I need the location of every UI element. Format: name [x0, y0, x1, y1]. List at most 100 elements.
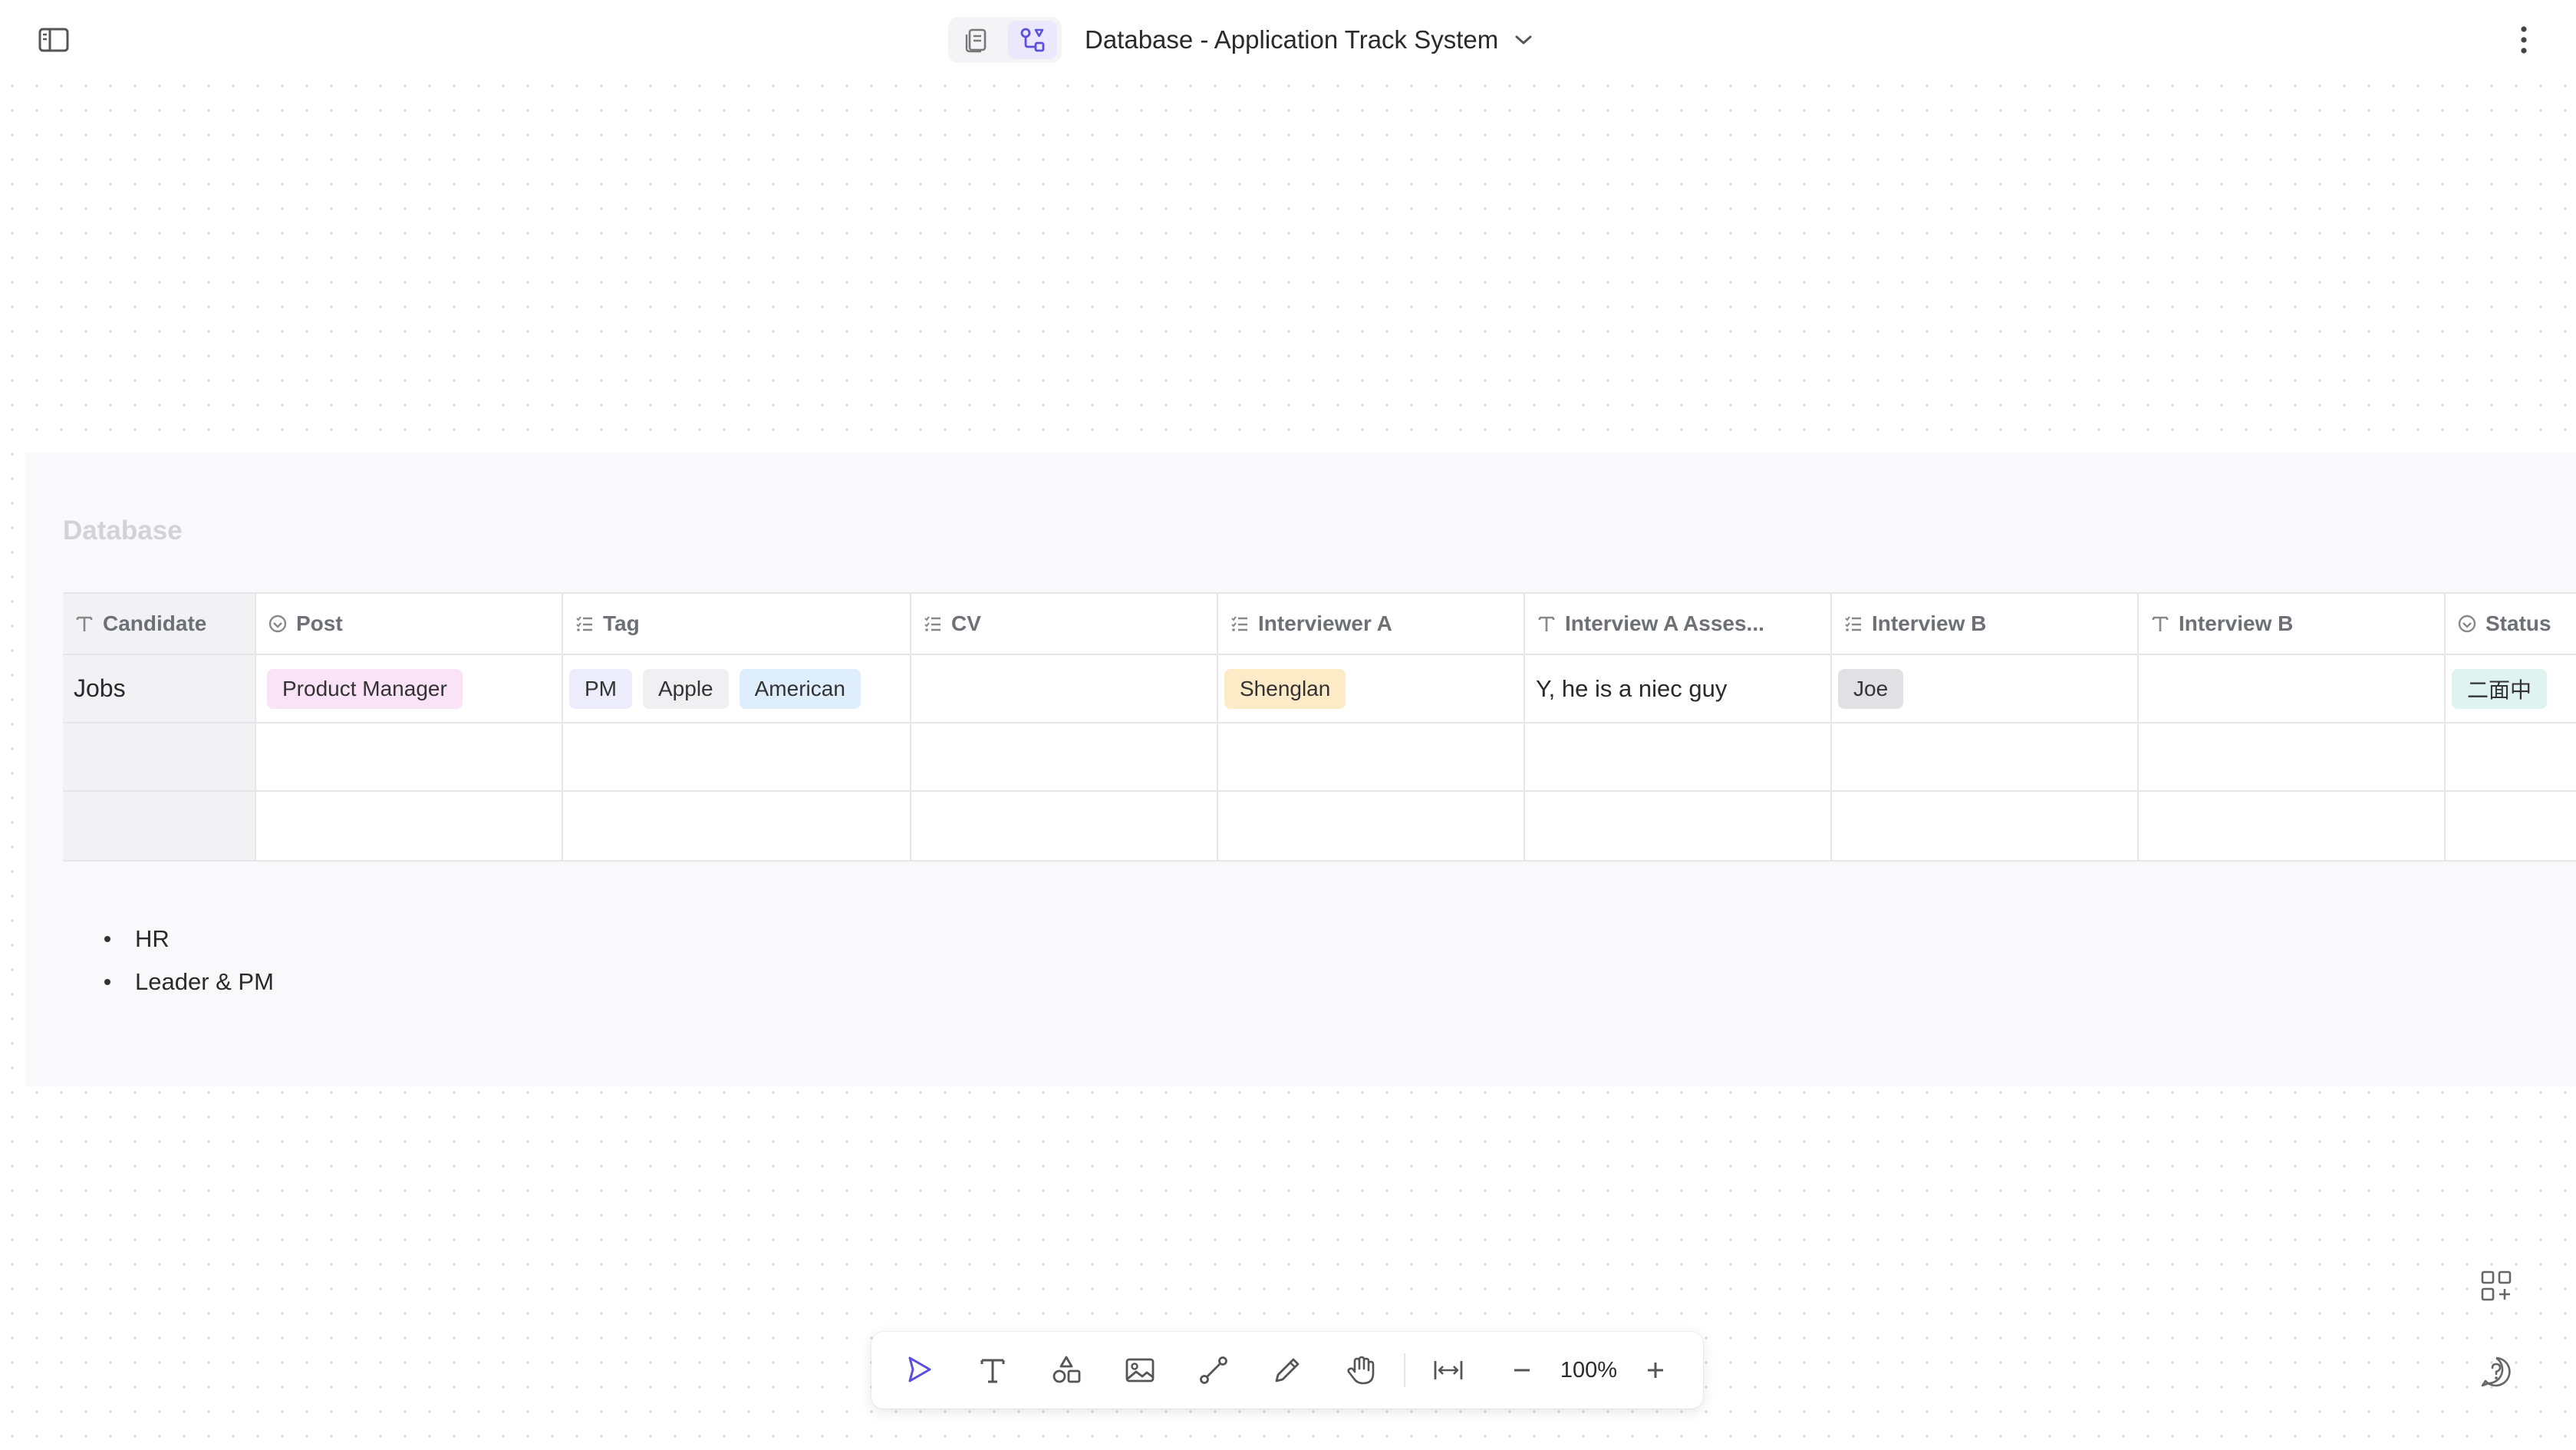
cell-cv[interactable] — [911, 655, 1218, 722]
zoom-level[interactable]: 100% — [1559, 1358, 1619, 1383]
cell-interviewer-a[interactable] — [1218, 792, 1525, 860]
database-table: Candidate Post Tag CV Interviewer A Inte… — [63, 592, 2576, 862]
column-header-candidate[interactable]: Candidate — [63, 594, 256, 654]
database-title[interactable]: Database — [63, 516, 183, 546]
help-icon[interactable] — [2476, 1352, 2516, 1392]
add-widget-grid-icon[interactable] — [2476, 1266, 2516, 1306]
minus-icon — [1514, 1369, 1530, 1372]
table-row — [63, 792, 2576, 860]
text-icon — [2149, 613, 2171, 634]
chevron-down-icon[interactable] — [1514, 33, 1533, 47]
cell-candidate[interactable]: Jobs — [63, 655, 256, 722]
column-header-label: Status — [2485, 611, 2551, 635]
bullet-list: HR Leader & PM — [77, 918, 274, 1003]
toolbar-divider — [1404, 1353, 1405, 1387]
column-header-label: Interviewer A — [1258, 611, 1392, 635]
pointer-tool-button[interactable] — [882, 1340, 956, 1401]
column-header-interview-b-text[interactable]: Interview B — [2139, 594, 2446, 654]
cell-status[interactable] — [2446, 792, 2576, 860]
column-header-label: Interview B — [2179, 611, 2294, 635]
cell-status[interactable]: 二面中 — [2446, 655, 2576, 722]
column-header-interview-a-assessment[interactable]: Interview A Asses... — [1525, 594, 1832, 654]
edgeless-mode-button[interactable] — [1008, 21, 1057, 59]
cell-interview-a-assessment[interactable] — [1525, 792, 1832, 860]
cell-interview-b[interactable]: Joe — [1832, 655, 2139, 722]
cell-post[interactable] — [256, 723, 563, 790]
multi-select-icon — [574, 613, 595, 634]
shapes-tool-button[interactable] — [1029, 1340, 1103, 1401]
cell-candidate[interactable] — [63, 723, 256, 790]
hand-tool-button[interactable] — [1324, 1340, 1398, 1401]
image-tool-button[interactable] — [1103, 1340, 1177, 1401]
tag-chip: Apple — [643, 668, 729, 709]
page-mode-icon — [965, 28, 987, 53]
select-icon — [267, 613, 288, 634]
column-header-tag[interactable]: Tag — [563, 594, 911, 654]
plus-icon — [1648, 1363, 1663, 1378]
more-options-icon[interactable] — [2508, 21, 2539, 58]
zoom-out-button[interactable] — [1485, 1340, 1559, 1401]
cell-interview-b-text[interactable] — [2139, 655, 2446, 722]
column-header-label: Post — [296, 611, 343, 635]
table-row — [63, 723, 2576, 792]
column-header-cv[interactable]: CV — [911, 594, 1218, 654]
cell-status[interactable] — [2446, 723, 2576, 790]
cell-interview-b[interactable] — [1832, 792, 2139, 860]
cell-interview-b[interactable] — [1832, 723, 2139, 790]
top-bar: Database - Application Track System — [0, 0, 2576, 80]
multi-select-icon — [1229, 613, 1250, 634]
cell-tag[interactable]: PM Apple American — [563, 655, 911, 722]
bullet-dot — [104, 936, 110, 942]
edgeless-toolbar: 100% — [871, 1332, 1703, 1409]
column-header-post[interactable]: Post — [256, 594, 563, 654]
cell-tag[interactable] — [563, 792, 911, 860]
column-header-label: Interview A Asses... — [1565, 611, 1764, 635]
column-header-label: CV — [951, 611, 981, 635]
interviewer-tag: Joe — [1838, 668, 1904, 709]
document-title[interactable]: Database - Application Track System — [1085, 21, 1533, 58]
cell-interviewer-a[interactable] — [1218, 723, 1525, 790]
page-mode-button[interactable] — [953, 21, 1002, 59]
hand-icon — [1347, 1356, 1375, 1385]
cell-post[interactable] — [256, 792, 563, 860]
list-item[interactable]: Leader & PM — [77, 961, 274, 1003]
text-icon — [74, 613, 95, 634]
cell-cv[interactable] — [911, 723, 1218, 790]
cell-cv[interactable] — [911, 792, 1218, 860]
cell-interview-b-text[interactable] — [2139, 792, 2446, 860]
cell-interview-a-assessment[interactable] — [1525, 723, 1832, 790]
table-row: Jobs Product Manager PM Apple American S… — [63, 655, 2576, 723]
image-icon — [1125, 1358, 1155, 1382]
shapes-icon — [1052, 1356, 1081, 1383]
list-item[interactable]: HR — [77, 918, 274, 961]
edgeless-mode-icon — [1020, 28, 1045, 52]
cell-interview-b-text[interactable] — [2139, 723, 2446, 790]
zoom-in-button[interactable] — [1619, 1340, 1692, 1401]
fit-width-icon — [1434, 1361, 1463, 1379]
multi-select-icon — [1843, 613, 1864, 634]
column-header-interview-b[interactable]: Interview B — [1832, 594, 2139, 654]
interviewer-tag: Shenglan — [1224, 668, 1346, 709]
column-header-label: Interview B — [1872, 611, 1987, 635]
pen-tool-button[interactable] — [1250, 1340, 1324, 1401]
cell-tag[interactable] — [563, 723, 911, 790]
pointer-icon — [908, 1356, 931, 1382]
sidebar-toggle-icon[interactable] — [37, 26, 71, 54]
cell-candidate[interactable] — [63, 792, 256, 860]
text-tool-button[interactable] — [956, 1340, 1029, 1401]
status-tag: 二面中 — [2452, 668, 2548, 709]
cell-post[interactable]: Product Manager — [256, 655, 563, 722]
cell-interview-a-assessment[interactable]: Y, he is a niec guy — [1525, 655, 1832, 722]
column-header-status[interactable]: Status — [2446, 594, 2576, 654]
connector-icon — [1200, 1356, 1227, 1384]
fit-to-screen-button[interactable] — [1412, 1340, 1485, 1401]
database-block[interactable]: Database Candidate Post Tag CV Interview… — [26, 453, 2576, 1086]
tag-chip: American — [739, 668, 861, 709]
post-tag: Product Manager — [267, 668, 463, 709]
column-header-interviewer-a[interactable]: Interviewer A — [1218, 594, 1525, 654]
connector-tool-button[interactable] — [1177, 1340, 1250, 1401]
document-title-text: Database - Application Track System — [1085, 25, 1499, 54]
pen-icon — [1275, 1358, 1300, 1382]
column-header-label: Tag — [603, 611, 640, 635]
cell-interviewer-a[interactable]: Shenglan — [1218, 655, 1525, 722]
